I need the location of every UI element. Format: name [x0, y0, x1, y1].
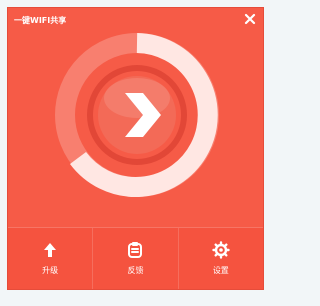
upload-arrow-icon — [44, 243, 57, 257]
start-share-button[interactable] — [97, 75, 177, 155]
close-icon[interactable] — [243, 12, 257, 26]
feedback-button[interactable]: 反馈 — [93, 228, 179, 289]
window-title: 一键WIFI共享 — [14, 16, 67, 25]
bottom-toolbar: 升级 反馈 设置 — [8, 227, 263, 289]
upgrade-button[interactable]: 升级 — [8, 228, 94, 289]
feedback-label: 反馈 — [127, 266, 144, 275]
settings-button[interactable]: 设置 — [179, 228, 263, 289]
upgrade-label: 升级 — [42, 266, 59, 275]
feedback-clipboard-icon — [128, 242, 143, 258]
app-window: 一键WIFI共享 升级 反馈 设置 — [7, 7, 264, 290]
settings-label: 设置 — [212, 266, 229, 275]
gear-icon — [212, 241, 230, 259]
